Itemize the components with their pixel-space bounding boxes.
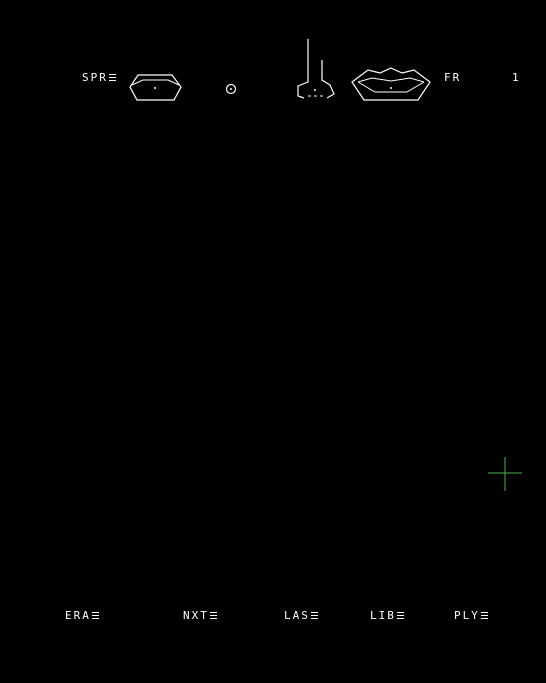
las-marker-icon [310,612,318,620]
lib-label: LIB [370,609,396,622]
ply-marker-icon [480,612,488,620]
nose-icon[interactable] [294,38,340,102]
era-button[interactable]: ERA [65,610,99,622]
ply-button[interactable]: PLY [454,610,488,622]
las-button[interactable]: LAS [284,610,318,622]
las-label: LAS [284,609,310,622]
nxt-marker-icon [209,612,217,620]
spr-button[interactable]: SPR [82,72,116,84]
nxt-button[interactable]: NXT [183,610,217,622]
frame-label: FR [444,71,462,84]
dot-icon[interactable] [224,82,238,96]
eye-icon[interactable] [128,73,184,103]
spr-label: SPR [82,71,108,84]
nxt-label: NXT [183,609,209,622]
frame-indicator: FR [444,72,461,84]
era-marker-icon [91,612,99,620]
spr-marker-icon [108,74,116,82]
crosshair-icon[interactable] [487,456,523,492]
mouth-icon[interactable] [350,64,432,104]
frame-number: 1 [512,71,521,84]
ply-label: PLY [454,609,480,622]
era-label: ERA [65,609,91,622]
lib-marker-icon [396,612,404,620]
lib-button[interactable]: LIB [370,610,404,622]
